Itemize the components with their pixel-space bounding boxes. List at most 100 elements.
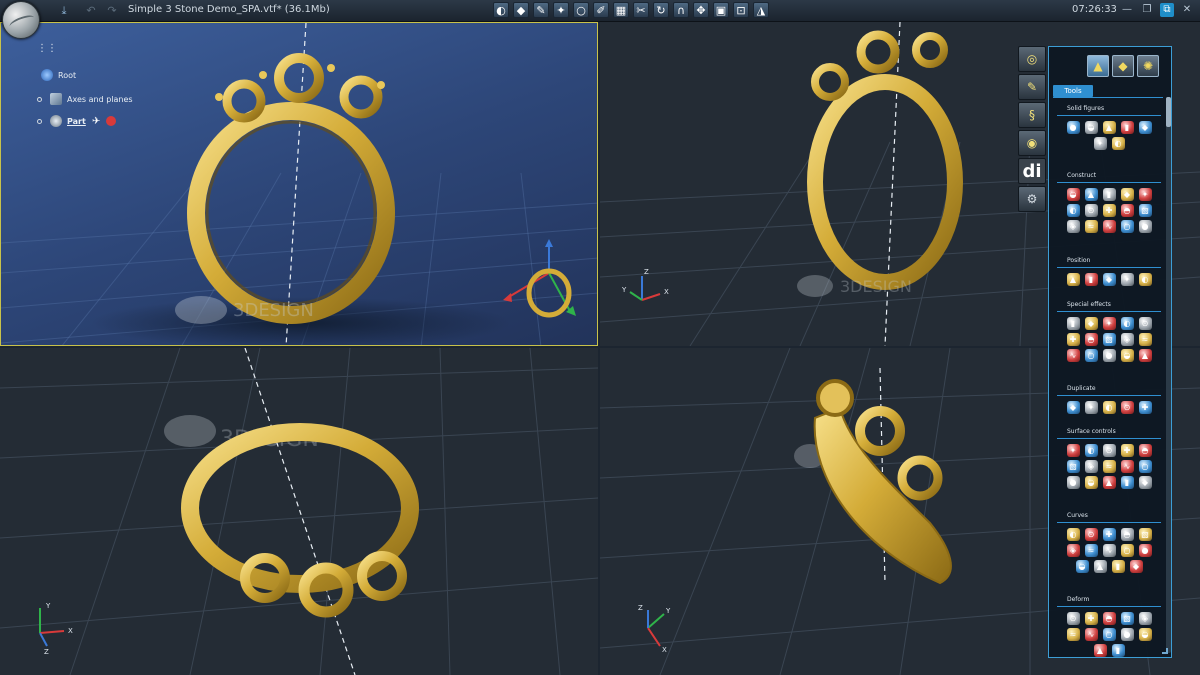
tool-icon[interactable]: ✦ (1084, 401, 1098, 414)
tool-icon[interactable]: ✦ (1120, 273, 1134, 286)
tool-icon[interactable]: ✦ (1066, 444, 1080, 457)
tool-icon[interactable]: ◒ (1084, 476, 1098, 489)
tool-icon[interactable]: ◒ (1138, 628, 1152, 641)
tool-icon[interactable]: ▮ (1120, 476, 1134, 489)
gear-icon[interactable]: ✺ (1137, 55, 1159, 77)
tool-icon[interactable]: ◈ (1084, 460, 1098, 473)
tool-icon[interactable]: ● (1120, 628, 1134, 641)
tool-icon[interactable]: ⊙ (1102, 444, 1116, 457)
tool-icon[interactable]: ◐ (1066, 204, 1080, 217)
side-tab-settings[interactable]: ⚙ (1018, 186, 1046, 212)
tool-icon[interactable]: ▮ (1066, 317, 1080, 330)
tool-icon[interactable]: ◒ (1066, 188, 1080, 201)
tool-icon[interactable]: ∿ (1084, 628, 1098, 641)
tool-icon[interactable]: ▲ (1093, 560, 1107, 573)
rotate-icon[interactable]: ↻ (653, 2, 669, 18)
tool-icon[interactable]: ◐ (1102, 401, 1116, 414)
ring-icon[interactable]: ○ (573, 2, 589, 18)
tool-icon[interactable]: ▧ (1102, 333, 1116, 346)
tool-icon[interactable]: ◐ (1120, 317, 1134, 330)
shapes-icon[interactable]: ▲ (1087, 55, 1109, 77)
3design-logo-icon[interactable] (2, 1, 40, 39)
tool-icon[interactable]: ≈ (1066, 628, 1080, 641)
tree-menu-icon[interactable]: ⋮⋮ (37, 43, 57, 54)
tree-item-part[interactable]: Part ✈ (37, 115, 117, 127)
tool-icon[interactable]: ▧ (1120, 612, 1134, 625)
tool-icon[interactable]: ▲ (1138, 349, 1152, 362)
side-tab-sketch[interactable]: ✎ (1018, 74, 1046, 100)
tool-icon[interactable]: ≈ (1102, 460, 1116, 473)
side-tab-ring[interactable]: ◎ (1018, 46, 1046, 72)
tool-icon[interactable]: ◒ (1075, 560, 1089, 573)
tool-icon[interactable]: ✦ (1102, 317, 1116, 330)
tool-icon[interactable]: ▲ (1102, 476, 1116, 489)
tool-icon[interactable]: ◓ (1120, 204, 1134, 217)
tool-icon[interactable]: ✚ (1138, 401, 1152, 414)
tool-icon[interactable]: ✦ (1093, 137, 1107, 150)
tool-icon[interactable]: ✚ (1102, 528, 1116, 541)
tool-icon[interactable]: ◓ (1084, 333, 1098, 346)
side-tab-model[interactable]: ◉ (1018, 130, 1046, 156)
tool-icon[interactable]: ◒ (1120, 349, 1134, 362)
tool-icon[interactable]: ◈ (1066, 220, 1080, 233)
tool-icon[interactable]: ∿ (1066, 349, 1080, 362)
grid-icon[interactable]: ▦ (613, 2, 629, 18)
download-icon[interactable]: ⤓ (56, 3, 72, 19)
tool-icon[interactable]: ▮ (1102, 188, 1116, 201)
tool-icon[interactable]: ◈ (1066, 544, 1080, 557)
measure-icon[interactable]: ⊡ (733, 2, 749, 18)
tool-icon[interactable]: ● (1138, 544, 1152, 557)
tool-icon[interactable]: ○ (1084, 349, 1098, 362)
material-icon[interactable] (106, 116, 117, 126)
magnet-icon[interactable]: ∩ (673, 2, 689, 18)
side-tab-di[interactable]: di (1018, 158, 1046, 184)
tool-icon[interactable]: ◈ (1138, 612, 1152, 625)
tool-icon[interactable]: ▲ (1093, 644, 1107, 657)
viewport-perspective[interactable]: 3DESIGN ⋮⋮ Root Axes and planes Part ✈ (0, 22, 598, 346)
image-icon[interactable]: ▣ (713, 2, 729, 18)
move-icon[interactable]: ✥ (693, 2, 709, 18)
tool-icon[interactable]: ∿ (1102, 544, 1116, 557)
tool-icon[interactable]: ● (1066, 476, 1080, 489)
sketch-icon[interactable]: ✐ (593, 2, 609, 18)
undo-icon[interactable]: ↶ (84, 3, 98, 19)
tool-icon[interactable]: ▮ (1120, 121, 1134, 134)
tool-icon[interactable]: ◆ (1066, 401, 1080, 414)
restore-icon[interactable]: ❐ (1140, 3, 1154, 17)
panel-scrollbar[interactable] (1166, 97, 1171, 653)
cut-icon[interactable]: ✂ (633, 2, 649, 18)
tool-icon[interactable]: ◆ (1084, 317, 1098, 330)
tool-icon[interactable]: ▲ (1066, 273, 1080, 286)
tool-icon[interactable]: ● (1138, 220, 1152, 233)
tool-icon[interactable]: ∿ (1120, 460, 1134, 473)
redo-icon[interactable]: ↷ (105, 3, 119, 19)
tool-icon[interactable]: ✚ (1066, 333, 1080, 346)
gem-icon[interactable]: ◆ (513, 2, 529, 18)
tool-icon[interactable]: ○ (1120, 220, 1134, 233)
tool-icon[interactable]: ◓ (1120, 528, 1134, 541)
tool-icon[interactable]: ▲ (1084, 188, 1098, 201)
tool-icon[interactable]: ◐ (1066, 528, 1080, 541)
tool-icon[interactable]: ○ (1138, 460, 1152, 473)
tool-icon[interactable]: ▧ (1066, 460, 1080, 473)
pen-icon[interactable]: ✎ (533, 2, 549, 18)
tool-icon[interactable]: ▧ (1138, 204, 1152, 217)
tool-icon[interactable]: ▲ (1102, 121, 1116, 134)
tool-icon[interactable]: ▮ (1111, 560, 1125, 573)
visibility-toggle[interactable] (37, 118, 42, 124)
tool-icon[interactable]: ○ (1102, 628, 1116, 641)
viewport-top[interactable]: 3DESIGN Y X Z (0, 348, 598, 675)
tool-icon[interactable]: ∿ (1102, 220, 1116, 233)
tool-icon[interactable]: ▮ (1111, 644, 1125, 657)
close-icon[interactable]: ✕ (1180, 3, 1194, 17)
tool-icon[interactable]: ◓ (1102, 612, 1116, 625)
maximize-icon[interactable]: ⧉ (1160, 3, 1174, 17)
side-tab-profile[interactable]: § (1018, 102, 1046, 128)
tool-icon[interactable]: ◆ (1120, 188, 1134, 201)
tool-icon[interactable]: ⊙ (1066, 612, 1080, 625)
tool-icon[interactable]: ✚ (1084, 612, 1098, 625)
tool-icon[interactable]: ◆ (1102, 273, 1116, 286)
tool-icon[interactable]: ⊙ (1084, 528, 1098, 541)
tool-icon[interactable]: ◆ (1129, 560, 1143, 573)
tool-icon[interactable]: ≈ (1084, 220, 1098, 233)
